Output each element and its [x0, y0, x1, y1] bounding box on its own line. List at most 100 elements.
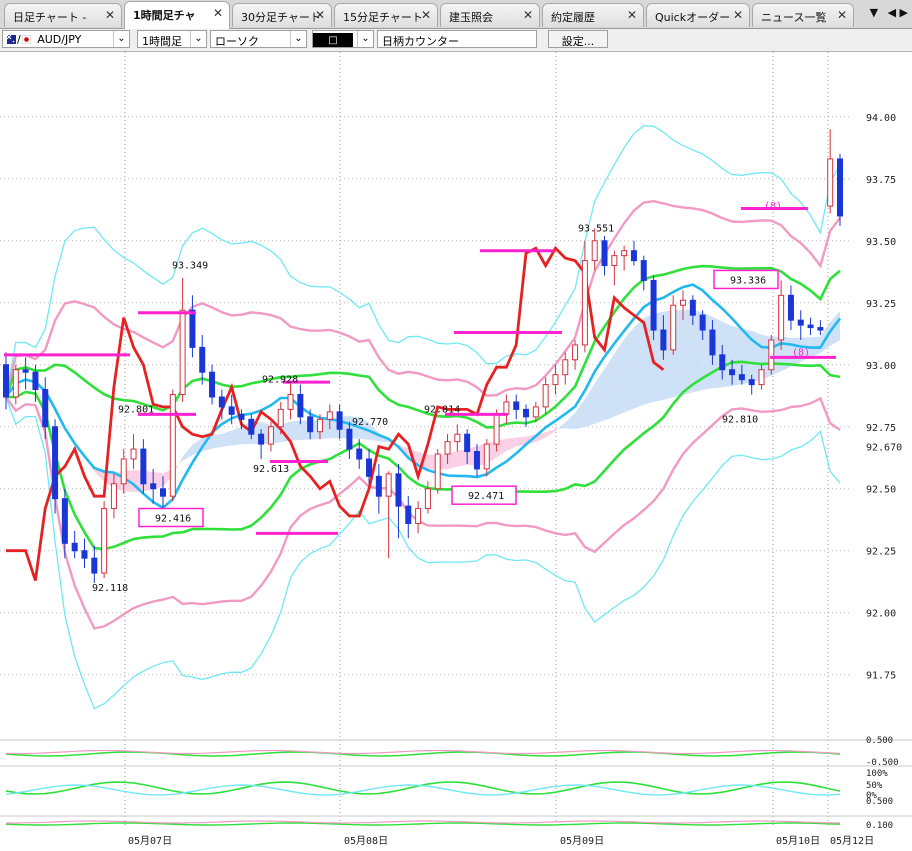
tab-daily-chart[interactable]: 日足チャート - ✕ [4, 3, 122, 27]
y-tick-label: 93.00 [866, 361, 896, 372]
candle-up [532, 406, 539, 418]
candle-up [611, 255, 618, 267]
cloud-segment [182, 444, 193, 461]
candle-up [670, 304, 677, 351]
y-tick-label: 93.25 [866, 299, 896, 310]
annotation-label: 92.471 [468, 491, 504, 502]
osc-tick-label: 100% [866, 769, 888, 779]
chevron-left-icon: ◀ [887, 6, 897, 19]
candle-up [267, 426, 274, 445]
chart-canvas: 93.349 92.801 92.416 92.118 92.928 92.613 92.7… [0, 52, 912, 847]
candle-down [650, 279, 657, 331]
annotation-label: 93.551 [578, 223, 614, 234]
candle-down [61, 498, 68, 544]
tab-positions[interactable]: 建玉照会 ✕ [440, 3, 540, 27]
chart-style-select[interactable]: ローソク ⌄ [210, 30, 307, 48]
chevron-down-icon: ▼ [869, 6, 879, 19]
annotation-label: 92.928 [262, 375, 298, 386]
cloud-segment [594, 369, 605, 424]
close-icon[interactable]: ✕ [105, 8, 115, 22]
candle-down [464, 433, 471, 453]
indicator-lines [4, 125, 842, 710]
tab-label: 建玉照会 [449, 11, 493, 24]
candle-down [228, 406, 235, 415]
candle-down [405, 505, 412, 524]
annotation-label: (8) [792, 347, 810, 358]
candle-up [277, 408, 284, 428]
candle-down [140, 448, 147, 485]
settings-button[interactable]: 設定... [548, 30, 608, 48]
candle-down [699, 314, 706, 331]
y-tick-label: 92.00 [866, 609, 896, 620]
candle-up [680, 299, 687, 306]
y-tick-label: 92.50 [866, 485, 896, 496]
candle-down [22, 369, 29, 373]
tab-15min-chart[interactable]: 15分足チャート ✕ [334, 3, 438, 27]
candle-down [787, 294, 794, 321]
tab-quick-order[interactable]: Quickオーダー ✕ [646, 3, 750, 27]
price-axis: 94.00 93.75 93.50 93.25 93.00 92.75 92.50 92.25… [866, 113, 902, 682]
candle-down [356, 448, 363, 460]
tab-30min-chart[interactable]: 30分足チャート ✕ [232, 3, 332, 27]
annotation-label: 92.810 [722, 414, 758, 425]
candle-down [32, 371, 39, 391]
candle-down [336, 411, 343, 430]
cloud-segment [212, 433, 222, 449]
tab-executions[interactable]: 約定履歴 ✕ [542, 3, 644, 27]
timeframe-select[interactable]: 1時間足 ⌄ [137, 30, 207, 48]
cloud-segment [231, 426, 242, 446]
annotation-label: 93.349 [172, 261, 208, 272]
candle-down [729, 369, 736, 376]
cloud-segment [624, 327, 634, 413]
x-tick-label: 05月09日 [560, 835, 604, 847]
candle-up [287, 394, 294, 410]
cloud-segment [545, 429, 556, 438]
band-lower [5, 396, 841, 630]
price-annotations: 93.349 92.801 92.416 92.118 92.928 92.613 92.7… [92, 201, 810, 594]
candle-up [130, 448, 137, 460]
price-chart[interactable]: 93.349 92.801 92.416 92.118 92.928 92.613 92.7… [0, 52, 912, 847]
osc-line [5, 822, 841, 826]
candle-down [513, 401, 520, 410]
cloud-segment [290, 420, 301, 441]
tab-bar: 日足チャート - ✕ 1時間足チャ ✕ 30分足チャート ✕ 15分足チャート ✕ 建玉… [0, 0, 912, 29]
close-icon[interactable]: ✕ [523, 8, 533, 22]
close-icon[interactable]: ✕ [315, 8, 325, 22]
close-icon[interactable]: ✕ [213, 6, 223, 20]
candle-down [395, 473, 402, 507]
settings-label: 設定... [561, 35, 595, 48]
candle-down [209, 371, 216, 398]
y-tick-label: 94.00 [866, 113, 896, 124]
color-select[interactable]: □ ⌄ [312, 30, 374, 48]
candle-up [572, 344, 579, 361]
close-icon[interactable]: ✕ [421, 8, 431, 22]
candle-up [169, 394, 176, 497]
close-icon[interactable]: ✕ [733, 8, 743, 22]
candle-up [424, 488, 431, 510]
tab-menu-button[interactable]: ▼ ◀ ▶ [870, 6, 908, 19]
candle-down [807, 324, 814, 329]
candle-down [91, 557, 98, 574]
candle-down [189, 309, 196, 348]
symbol-search-input[interactable]: 日柄カウンター [377, 30, 537, 48]
candle-up [12, 369, 19, 398]
cloud-segment [633, 318, 644, 409]
candle-down [473, 451, 480, 470]
candle-down [248, 418, 255, 435]
candle-up [493, 413, 500, 445]
candle-down [81, 550, 88, 559]
candle-down [150, 483, 157, 490]
candle-up [581, 260, 588, 346]
close-icon[interactable]: ✕ [627, 8, 637, 22]
tab-label: 約定履歴 [551, 11, 595, 24]
chevron-down-icon: ⌄ [190, 31, 206, 47]
close-icon[interactable]: ✕ [837, 8, 847, 22]
candle-up [316, 418, 323, 433]
symbol-value: AUD/JPY [37, 33, 82, 46]
tab-hourly-chart[interactable]: 1時間足チャ ✕ [124, 1, 230, 29]
tab-label: 15分足チャート [343, 11, 423, 24]
symbol-select[interactable]: / AUD/JPY ⌄ [2, 30, 130, 48]
tab-news[interactable]: ニュース一覧 ✕ [752, 3, 854, 27]
annotation-label: 92.416 [155, 514, 191, 525]
oscillator-panes: 0.500-0.500100%50%0%0.5000.100 [0, 736, 912, 831]
